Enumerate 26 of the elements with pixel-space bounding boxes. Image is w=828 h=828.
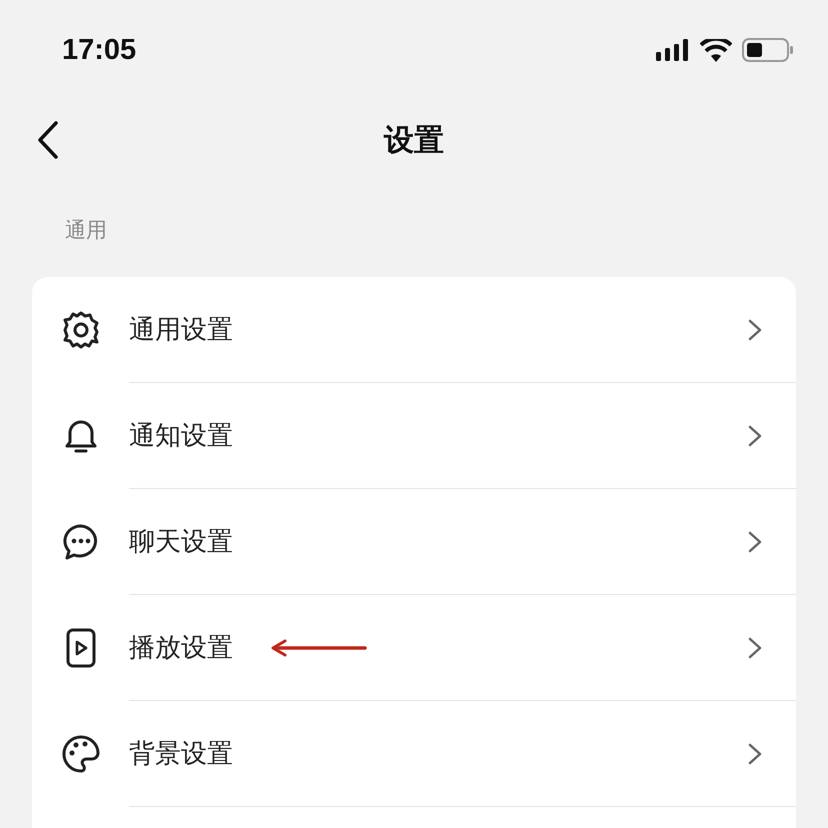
settings-icon	[60, 310, 100, 350]
settings-item[interactable]: 通知设置	[32, 383, 796, 489]
page-title: 设置	[384, 122, 444, 160]
wifi-icon	[700, 38, 732, 62]
chat-bubble-icon	[62, 523, 100, 561]
chevron-right-icon	[748, 636, 762, 658]
item-label: 通用设置	[129, 314, 233, 347]
item-label: 通知设置	[129, 420, 233, 453]
settings-item[interactable]: 背景设置	[32, 701, 796, 807]
section-title: 通用	[65, 217, 108, 244]
chevron-right-icon	[748, 424, 762, 446]
status-time: 17:05	[62, 34, 136, 66]
chevron-right-icon	[748, 530, 762, 552]
settings-item[interactable]: 聊天设置	[32, 489, 796, 595]
item-label: 聊天设置	[129, 526, 233, 559]
back-icon[interactable]	[36, 121, 60, 159]
chevron-right-icon	[748, 318, 762, 340]
settings-item[interactable]: 通用设置	[32, 277, 796, 383]
video-play-icon	[66, 628, 96, 668]
palette-icon	[60, 734, 100, 774]
signal-icon	[656, 39, 690, 61]
settings-item[interactable]: 播放设置	[32, 595, 796, 701]
item-label: 背景设置	[129, 738, 233, 771]
battery-icon	[742, 38, 794, 62]
chevron-right-icon	[748, 742, 762, 764]
item-label: 播放设置	[129, 632, 233, 665]
